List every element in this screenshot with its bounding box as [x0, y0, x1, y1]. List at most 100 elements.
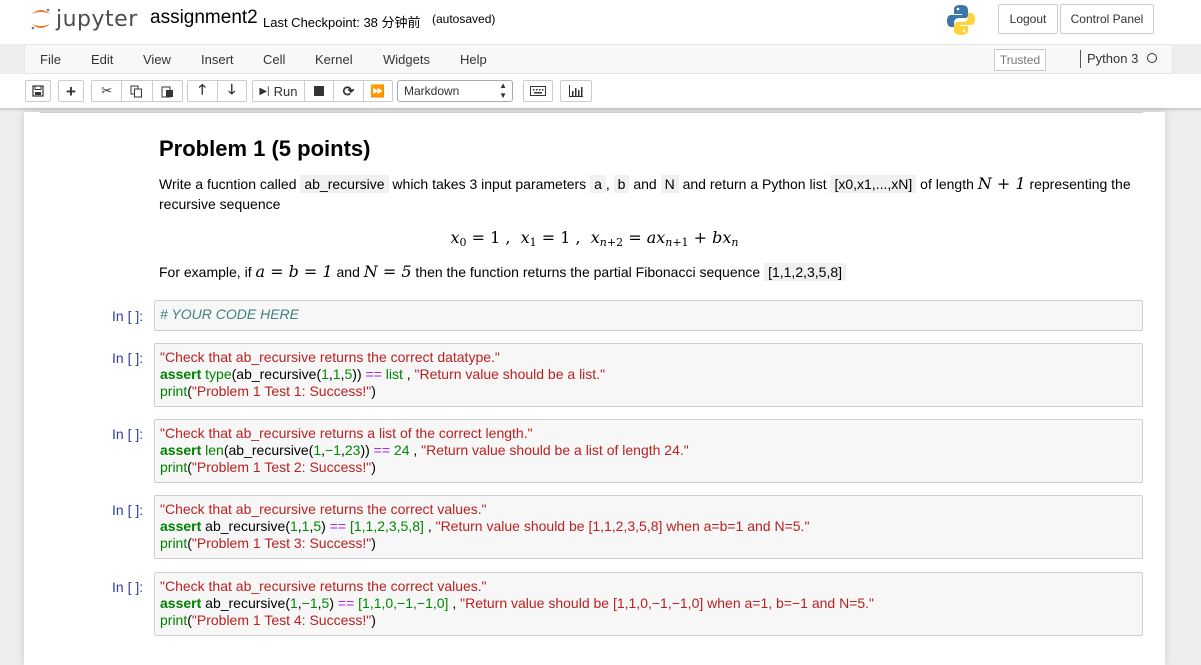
autosave-status: (autosaved) — [432, 12, 496, 26]
text-span: and return a Python list — [678, 176, 831, 192]
notebook-container: Problem 1 (5 points) Write a fucntion ca… — [24, 112, 1165, 665]
menu-widgets[interactable]: Widgets — [383, 52, 430, 67]
code-builtin: len — [205, 442, 224, 458]
menu-kernel[interactable]: Kernel — [315, 52, 353, 67]
control-panel-button[interactable]: Control Panel — [1060, 4, 1154, 34]
code-cell[interactable]: "Check that ab_recursive returns the cor… — [154, 572, 1143, 636]
code-comment: # YOUR CODE HERE — [160, 306, 299, 322]
code-cell[interactable]: "Check that ab_recursive returns a list … — [154, 419, 1143, 483]
bar-chart-icon — [569, 85, 583, 97]
code-cell[interactable]: "Check that ab_recursive returns the cor… — [154, 343, 1143, 407]
save-button[interactable] — [25, 80, 51, 102]
code-text: (ab_recursive( — [223, 442, 314, 458]
kernel-separator — [1080, 50, 1081, 68]
logout-button[interactable]: Logout — [998, 4, 1058, 34]
chart-button[interactable] — [560, 80, 592, 102]
code-text: ) — [371, 383, 376, 399]
code-text: ) — [329, 595, 334, 611]
menu-view[interactable]: View — [143, 52, 171, 67]
inline-code: ab_recursive — [300, 175, 389, 193]
menu-help[interactable]: Help — [460, 52, 487, 67]
run-button[interactable]: ▶| Run — [253, 81, 305, 101]
menu-edit[interactable]: Edit — [91, 52, 113, 67]
menu-insert[interactable]: Insert — [201, 52, 234, 67]
code-string: "Return value should be [1,1,2,3,5,8] wh… — [435, 518, 810, 534]
jupyter-logo[interactable]: jupyter — [30, 5, 138, 33]
code-text: ) — [371, 459, 376, 475]
restart-button[interactable]: ⟳ — [334, 81, 364, 101]
math-inline: N + 1 — [977, 174, 1026, 193]
code-cell[interactable]: "Check that ab_recursive returns the cor… — [154, 495, 1143, 559]
input-prompt: In [ ]: — [112, 579, 144, 595]
code-text: , — [452, 595, 457, 611]
save-icon — [32, 85, 44, 97]
cut-button[interactable]: ✂ — [92, 81, 123, 101]
jupyter-orbit-icon — [31, 8, 50, 30]
interrupt-button[interactable] — [305, 81, 335, 101]
code-string: "Problem 1 Test 2: Success!" — [191, 459, 372, 475]
input-prompt: In [ ]: — [112, 502, 144, 518]
python-logo-icon — [947, 5, 975, 35]
code-builtin: list — [385, 366, 403, 382]
code-number: [1,1,0,−1,−1,0] — [358, 595, 449, 611]
keyboard-icon — [530, 86, 546, 96]
code-number: [1,1,2,3,5,8] — [349, 518, 424, 534]
code-string: "Problem 1 Test 4: Success!" — [191, 612, 372, 628]
code-string: "Problem 1 Test 3: Success!" — [191, 535, 372, 551]
command-palette-button[interactable] — [523, 80, 553, 102]
inline-code: b — [613, 175, 630, 193]
code-string: "Return value should be a list of length… — [421, 442, 689, 458]
code-text: ) — [371, 535, 376, 551]
math-inline: N = 5 — [363, 262, 412, 281]
example-text: For example, if a = b = 1 and N = 5 then… — [159, 262, 1144, 282]
code-number: 1 — [313, 442, 322, 458]
copy-icon — [130, 85, 143, 97]
copy-button[interactable] — [122, 81, 153, 101]
text-span: of length — [916, 176, 978, 192]
inline-code: [1,1,2,3,5,8] — [764, 263, 847, 281]
insert-cell-button[interactable]: + — [58, 80, 84, 102]
code-string: "Return value should be a list." — [414, 366, 606, 382]
toolbar: + ✂ 🡑 🡓 ▶| Run ⟳ ⏩ Markdown ▲ ▼ — [0, 74, 1201, 108]
menu-cell[interactable]: Cell — [263, 52, 285, 67]
restart-run-all-button[interactable]: ⏩ — [364, 81, 392, 101]
cell-type-select[interactable]: Markdown ▲ ▼ — [397, 80, 513, 102]
code-number: 5 — [313, 518, 322, 534]
code-builtin: print — [160, 535, 188, 551]
problem-title: Problem 1 (5 points) — [159, 136, 371, 161]
select-arrows-icon: ▲ ▼ — [499, 81, 507, 100]
code-text: , — [427, 518, 432, 534]
menu-file[interactable]: File — [40, 52, 61, 67]
code-number: −1 — [301, 595, 318, 611]
code-builtin: print — [160, 383, 188, 399]
scissors-icon: ✂ — [101, 83, 113, 98]
text-span: , — [605, 176, 614, 192]
code-text: (ab_recursive( — [231, 366, 322, 382]
move-down-button[interactable]: 🡓 — [218, 81, 247, 101]
move-up-button[interactable]: 🡑 — [188, 81, 218, 101]
arrow-down-icon: 🡓 — [228, 81, 236, 97]
notebook-name[interactable]: assignment2 — [150, 7, 258, 29]
text-span: and — [332, 264, 364, 280]
code-cell[interactable]: # YOUR CODE HERE — [154, 300, 1143, 331]
recurrence-formula: x0 = 1 , x1 = 1 , xn+2 = axn+1 + bxn — [450, 228, 739, 249]
code-text: )) — [352, 366, 362, 382]
header: jupyter assignment2 Last Checkpoint: 38 … — [0, 0, 1201, 44]
code-text: ab_recursive — [205, 518, 286, 534]
paste-icon — [161, 86, 173, 97]
previous-cell-edge — [40, 112, 1143, 113]
code-operator: == — [365, 366, 382, 382]
code-builtin: print — [160, 459, 188, 475]
move-button-group: 🡑 🡓 — [187, 80, 247, 102]
code-operator: == — [329, 518, 347, 534]
paste-button[interactable] — [153, 81, 182, 101]
code-string: "Return value should be [1,1,0,−1,−1,0] … — [460, 595, 875, 611]
code-string: "Problem 1 Test 1: Success!" — [191, 383, 372, 399]
code-text: ab_recursive — [205, 595, 286, 611]
code-number: 1 — [332, 366, 341, 382]
refresh-icon: ⟳ — [342, 82, 355, 99]
code-text: , — [406, 366, 411, 382]
trusted-indicator[interactable]: Trusted — [994, 49, 1046, 71]
code-text: , — [413, 442, 418, 458]
kernel-name[interactable]: Python 3 — [1087, 51, 1138, 66]
